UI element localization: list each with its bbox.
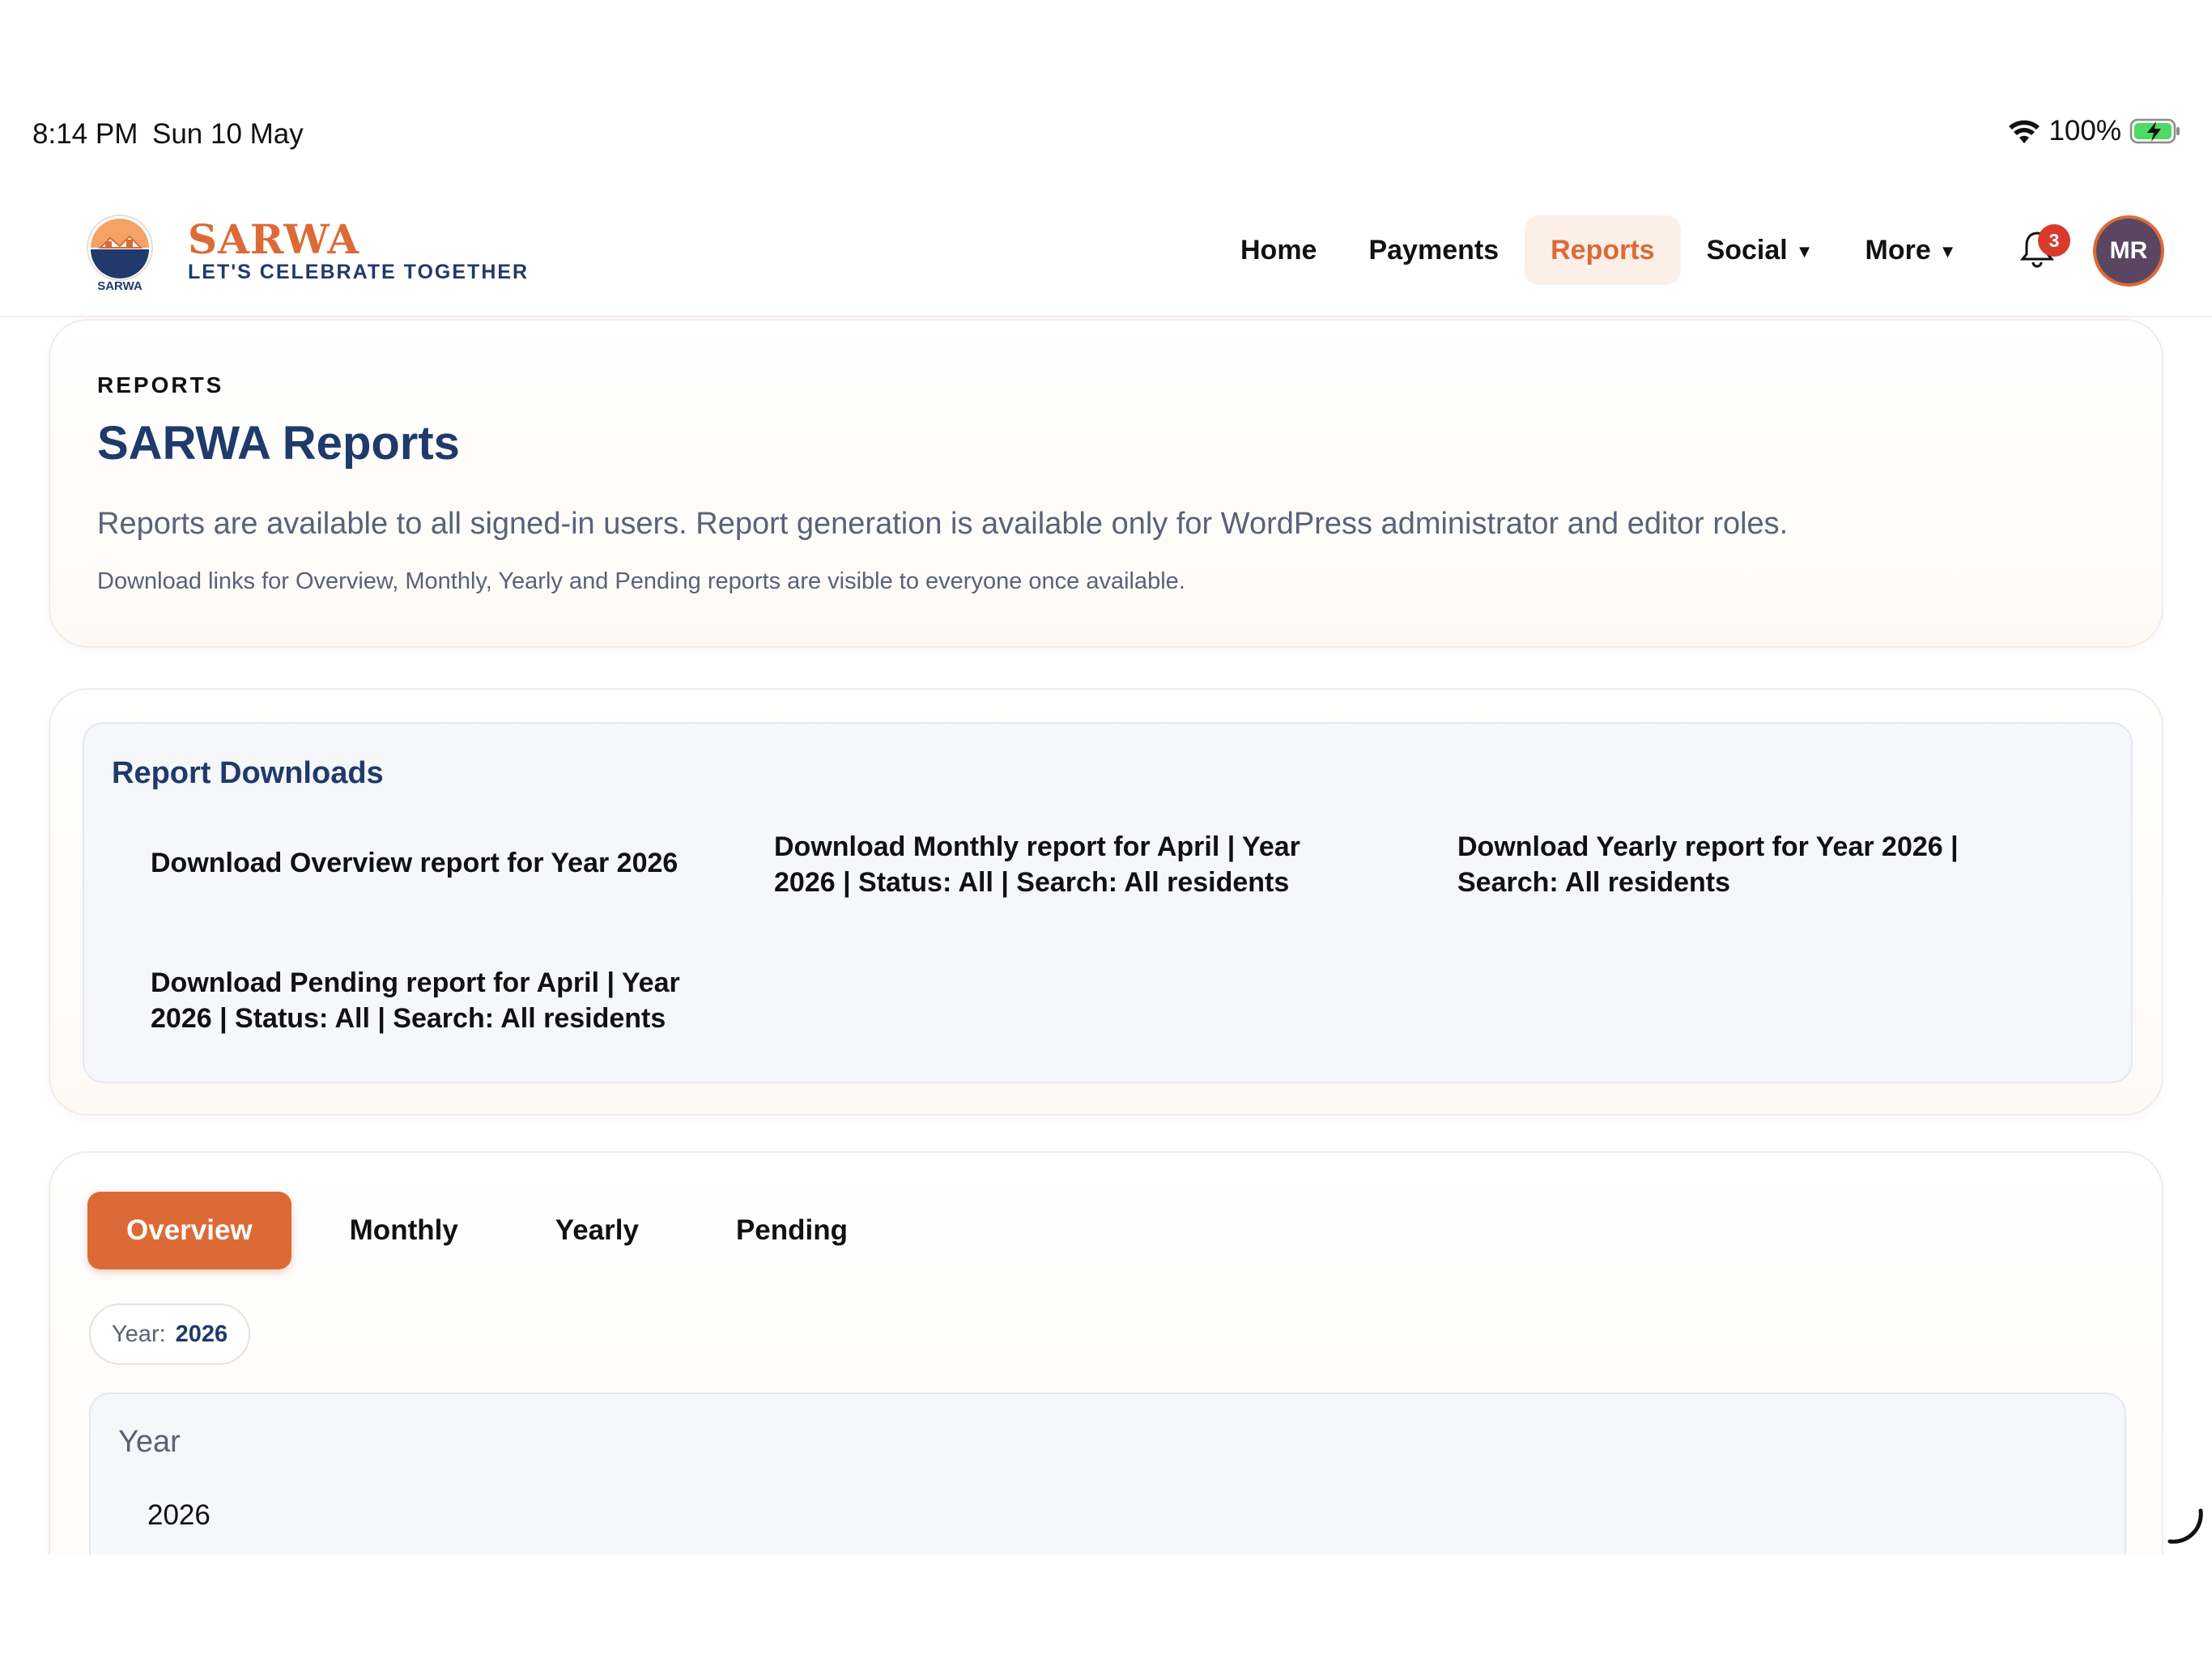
year-value: 2026 [147, 1499, 211, 1531]
caret-down-icon: ▼ [1795, 241, 1814, 262]
nav-payments[interactable]: Payments [1342, 215, 1525, 285]
year-filter-chip[interactable]: Year: 2026 [89, 1303, 251, 1365]
site-header: SARWA SARWA LET'S CELEBRATE TOGETHER Hom… [0, 186, 2212, 317]
page-title: SARWA Reports [97, 417, 460, 470]
section-eyebrow: REPORTS [97, 372, 224, 397]
sarwa-logo[interactable]: SARWA [81, 209, 162, 298]
status-date: Sun 10 May [152, 118, 304, 150]
nav-social-label: Social [1706, 235, 1788, 266]
main-nav: Home Payments Reports Social ▼ More ▼ [1214, 215, 1983, 285]
download-overview-link[interactable]: Download Overview report for Year 2026 [151, 845, 734, 881]
wifi-icon [2009, 120, 2040, 143]
reports-intro-card: REPORTS SARWA Reports Reports are availa… [49, 319, 2163, 648]
nav-home-label: Home [1240, 235, 1317, 266]
caret-down-icon: ▼ [1938, 241, 1957, 262]
download-yearly-link[interactable]: Download Yearly report for Year 2026 | S… [1457, 829, 2024, 900]
report-downloads-title: Report Downloads [112, 756, 384, 790]
status-indicators: 100% [2008, 115, 2181, 147]
nav-reports[interactable]: Reports [1525, 215, 1681, 285]
year-filter-value: 2026 [175, 1320, 228, 1347]
loading-spinner-icon [2167, 1508, 2203, 1544]
report-downloads-panel: Report Downloads Download Overview repor… [83, 722, 2133, 1083]
notification-badge: 3 [2038, 224, 2070, 257]
battery-charging-icon [2129, 118, 2180, 144]
download-pending-link[interactable]: Download Pending report for April | Year… [151, 965, 734, 1036]
svg-text:SARWA: SARWA [97, 279, 143, 293]
nav-reports-label: Reports [1551, 235, 1655, 266]
status-bar: 8:14 PM Sun 10 May 100% [0, 0, 2212, 186]
tab-pending[interactable]: Pending [697, 1192, 887, 1269]
intro-note-text: Download links for Overview, Monthly, Ye… [97, 568, 1185, 594]
user-avatar[interactable]: MR [2093, 215, 2164, 287]
tab-monthly[interactable]: Monthly [311, 1192, 497, 1269]
nav-more[interactable]: More ▼ [1840, 215, 1983, 285]
nav-payments-label: Payments [1368, 235, 1499, 266]
intro-lead-text: Reports are available to all signed-in u… [97, 507, 1789, 541]
status-time: 8:14 PM [32, 118, 138, 150]
report-tabs: Overview Monthly Yearly Pending [87, 1192, 906, 1269]
nav-social[interactable]: Social ▼ [1681, 215, 1840, 285]
brand-name[interactable]: SARWA [188, 215, 359, 263]
bottom-blank-area [0, 1554, 2212, 1658]
logo-emblem-icon: SARWA [87, 215, 153, 293]
nav-more-label: More [1865, 235, 1931, 266]
brand-tagline: LET'S CELEBRATE TOGETHER [188, 261, 530, 283]
year-column-header: Year [118, 1425, 181, 1459]
tab-overview[interactable]: Overview [87, 1192, 291, 1269]
nav-home[interactable]: Home [1214, 215, 1342, 285]
tab-yearly[interactable]: Yearly [517, 1192, 678, 1269]
download-monthly-link[interactable]: Download Monthly report for April | Year… [774, 829, 1341, 900]
battery-percent: 100% [2048, 115, 2121, 147]
year-filter-label: Year: [112, 1320, 166, 1347]
report-downloads-card: Report Downloads Download Overview repor… [49, 688, 2163, 1116]
